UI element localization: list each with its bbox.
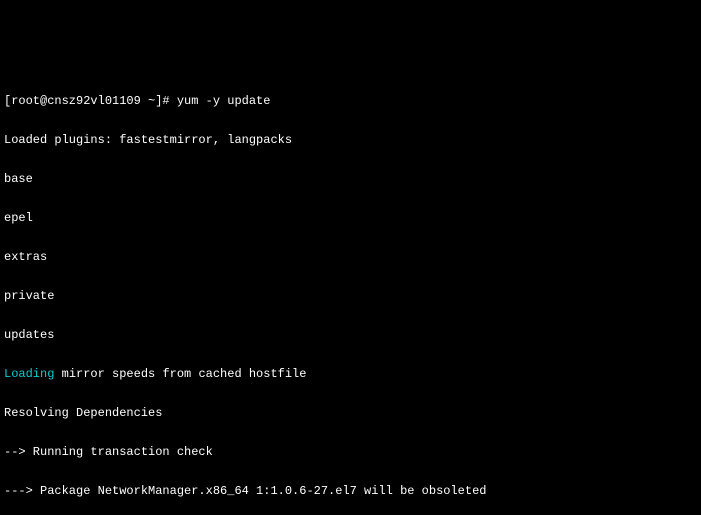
output-line: Loaded plugins: fastestmirror, langpacks <box>4 134 697 147</box>
loading-label: Loading <box>4 367 54 381</box>
output-line: Resolving Dependencies <box>4 407 697 420</box>
output-line: base <box>4 173 697 186</box>
output-line: extras <box>4 251 697 264</box>
loading-rest: mirror speeds from cached hostfile <box>54 367 306 381</box>
command-text: yum -y update <box>177 94 271 108</box>
package-line: ---> Package NetworkManager.x86_64 1:1.0… <box>4 485 697 498</box>
output-line: updates <box>4 329 697 342</box>
output-line: epel <box>4 212 697 225</box>
terminal-window[interactable]: [root@cnsz92vl01109 ~]# yum -y update Lo… <box>0 65 701 515</box>
shell-prompt: [root@cnsz92vl01109 ~]# <box>4 94 177 108</box>
loading-line: Loading mirror speeds from cached hostfi… <box>4 368 697 381</box>
prompt-line: [root@cnsz92vl01109 ~]# yum -y update <box>4 95 697 108</box>
output-line: private <box>4 290 697 303</box>
output-line: --> Running transaction check <box>4 446 697 459</box>
